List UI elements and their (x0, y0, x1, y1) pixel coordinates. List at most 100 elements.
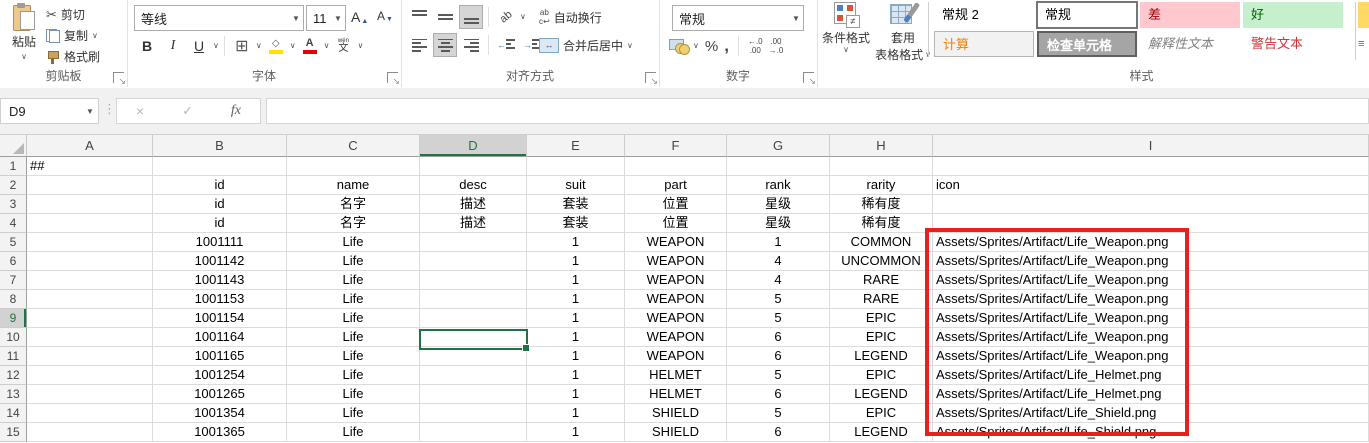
comma-style-button[interactable]: , (724, 36, 729, 56)
cell-D5[interactable] (420, 233, 527, 252)
cell-A2[interactable] (27, 176, 153, 195)
cell-G9[interactable]: 5 (727, 309, 830, 328)
cell-C13[interactable]: Life (287, 385, 420, 404)
cell-B7[interactable]: 1001143 (153, 271, 287, 290)
cell-F13[interactable]: HELMET (625, 385, 727, 404)
cell-style-normal-selected[interactable]: 常规 (1037, 2, 1137, 28)
align-left-button[interactable] (407, 33, 431, 57)
active-cell-selection[interactable] (419, 329, 528, 350)
format-as-table-button[interactable]: 套用 表格格式∨ (875, 2, 931, 63)
phonetic-guide-button[interactable]: wén文 (331, 34, 355, 58)
column-header-A[interactable]: A (27, 135, 153, 157)
row-header-6[interactable]: 6 (0, 252, 27, 271)
fill-handle[interactable] (522, 344, 530, 352)
row-header-3[interactable]: 3 (0, 195, 27, 214)
gallery-next-item-sliver[interactable] (1358, 2, 1369, 28)
cut-button[interactable]: ✂ 剪切 (46, 6, 85, 23)
cell-G2[interactable]: rank (727, 176, 830, 195)
column-header-H[interactable]: H (830, 135, 933, 157)
cell-G1[interactable] (727, 157, 830, 176)
merge-center-button[interactable]: ↔ 合并后居中 ∨ (539, 37, 633, 54)
increase-font-size-button[interactable]: A▲ (351, 9, 368, 25)
cell-E4[interactable]: 套装 (527, 214, 625, 233)
cell-G10[interactable]: 6 (727, 328, 830, 347)
cell-C14[interactable]: Life (287, 404, 420, 423)
cell-F2[interactable]: part (625, 176, 727, 195)
cell-D3[interactable]: 描述 (420, 195, 527, 214)
cancel-icon[interactable]: × (136, 103, 144, 119)
cell-D4[interactable]: 描述 (420, 214, 527, 233)
alignment-dialog-launcher-icon[interactable] (645, 72, 656, 83)
cell-D9[interactable] (420, 309, 527, 328)
cell-F9[interactable]: WEAPON (625, 309, 727, 328)
cell-C5[interactable]: Life (287, 233, 420, 252)
percent-style-button[interactable]: % (705, 38, 718, 55)
cell-A9[interactable] (27, 309, 153, 328)
underline-button[interactable]: U (187, 34, 211, 58)
borders-button[interactable]: ⊞ (230, 34, 254, 58)
cell-D14[interactable] (420, 404, 527, 423)
column-header-B[interactable]: B (153, 135, 287, 157)
cell-I3[interactable] (933, 195, 1369, 214)
column-header-I[interactable]: I (933, 135, 1369, 157)
row-header-15[interactable]: 15 (0, 423, 27, 442)
cell-E2[interactable]: suit (527, 176, 625, 195)
cell-B12[interactable]: 1001254 (153, 366, 287, 385)
cell-G11[interactable]: 6 (727, 347, 830, 366)
cell-E10[interactable]: 1 (527, 328, 625, 347)
cell-C6[interactable]: Life (287, 252, 420, 271)
font-dialog-launcher-icon[interactable] (387, 72, 398, 83)
clipboard-dialog-launcher-icon[interactable] (113, 72, 124, 83)
cell-H5[interactable]: COMMON (830, 233, 933, 252)
cell-F14[interactable]: SHIELD (625, 404, 727, 423)
cell-C3[interactable]: 名字 (287, 195, 420, 214)
cell-E5[interactable]: 1 (527, 233, 625, 252)
cell-H12[interactable]: EPIC (830, 366, 933, 385)
cell-H7[interactable]: RARE (830, 271, 933, 290)
cell-F3[interactable]: 位置 (625, 195, 727, 214)
cell-B13[interactable]: 1001265 (153, 385, 287, 404)
cell-C8[interactable]: Life (287, 290, 420, 309)
row-header-14[interactable]: 14 (0, 404, 27, 423)
cell-E6[interactable]: 1 (527, 252, 625, 271)
formula-input[interactable] (266, 98, 1369, 124)
cell-E12[interactable]: 1 (527, 366, 625, 385)
cell-E11[interactable]: 1 (527, 347, 625, 366)
cell-D12[interactable] (420, 366, 527, 385)
cell-A8[interactable] (27, 290, 153, 309)
font-size-select[interactable]: 11 ▼ (306, 5, 346, 31)
row-header-1[interactable]: 1 (0, 157, 27, 176)
cell-D6[interactable] (420, 252, 527, 271)
wrap-text-button[interactable]: abc↩ 自动换行 (539, 9, 602, 26)
cell-E14[interactable]: 1 (527, 404, 625, 423)
format-painter-button[interactable]: 格式刷 (46, 48, 100, 65)
cell-C10[interactable]: Life (287, 328, 420, 347)
cell-D1[interactable] (420, 157, 527, 176)
drag-handle-icon[interactable]: ⋮ (103, 101, 116, 117)
cell-G5[interactable]: 1 (727, 233, 830, 252)
cell-C11[interactable]: Life (287, 347, 420, 366)
cell-G7[interactable]: 4 (727, 271, 830, 290)
bold-button[interactable]: B (135, 34, 159, 58)
cell-B5[interactable]: 1001111 (153, 233, 287, 252)
cell-F12[interactable]: HELMET (625, 366, 727, 385)
cell-A11[interactable] (27, 347, 153, 366)
align-top-button[interactable] (407, 5, 431, 29)
cell-G14[interactable]: 5 (727, 404, 830, 423)
cell-H2[interactable]: rarity (830, 176, 933, 195)
cell-A12[interactable] (27, 366, 153, 385)
font-color-button[interactable]: A (298, 34, 322, 58)
column-header-F[interactable]: F (625, 135, 727, 157)
cell-E7[interactable]: 1 (527, 271, 625, 290)
row-header-2[interactable]: 2 (0, 176, 27, 195)
row-header-12[interactable]: 12 (0, 366, 27, 385)
row-header-5[interactable]: 5 (0, 233, 27, 252)
cell-E13[interactable]: 1 (527, 385, 625, 404)
decrease-decimal-button[interactable]: .00→.0 (769, 38, 784, 55)
font-name-select[interactable]: 等线 ▼ (134, 5, 304, 31)
enter-icon[interactable]: ✓ (182, 103, 193, 119)
column-header-E[interactable]: E (527, 135, 625, 157)
cell-A10[interactable] (27, 328, 153, 347)
cell-D13[interactable] (420, 385, 527, 404)
cell-F15[interactable]: SHIELD (625, 423, 727, 442)
